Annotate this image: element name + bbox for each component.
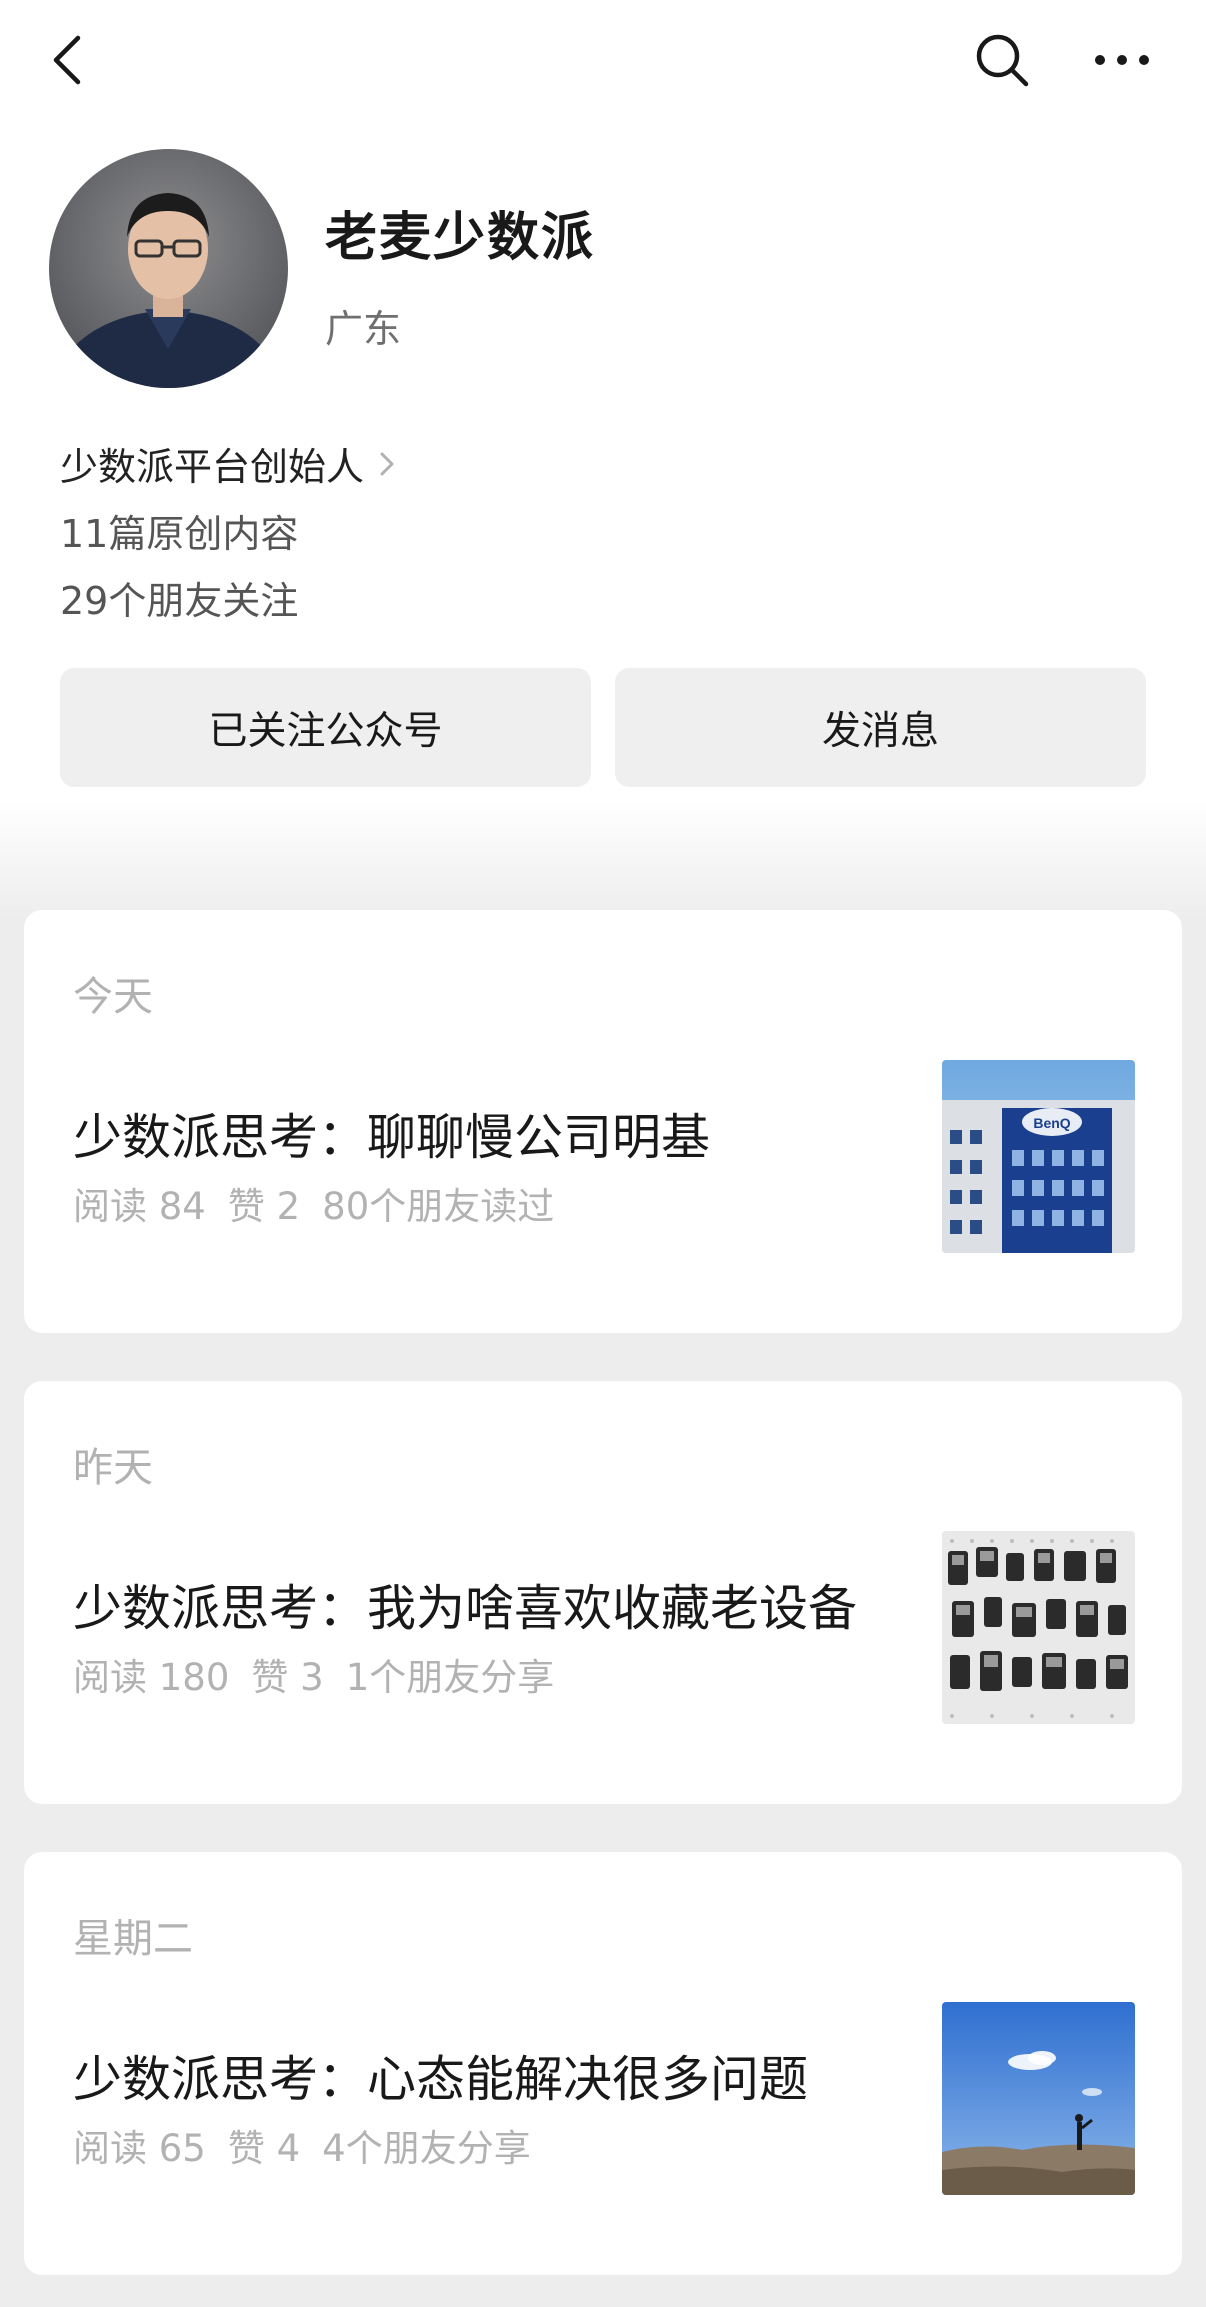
feed-date: 今天	[73, 974, 153, 1020]
friends-following-count: 29个朋友关注	[60, 579, 299, 623]
feed-card: 今天 少数派思考：聊聊慢公司明基 阅读 84 赞 2 80个朋友读过 BenQ	[24, 910, 1182, 1333]
feed-card: 昨天 少数派思考：我为啥喜欢收藏老设备 阅读 180 赞 3 1个朋友分享	[24, 1381, 1182, 1804]
like-count: 赞 4	[227, 2127, 301, 2170]
like-count: 赞 3	[251, 1656, 324, 1699]
more-icon	[1095, 55, 1149, 65]
article-thumbnail	[942, 2002, 1135, 2195]
like-count: 赞 2	[227, 1185, 301, 1228]
read-count: 阅读 84	[73, 1185, 206, 1228]
article-item[interactable]: 少数派思考：心态能解决很多问题 阅读 65 赞 4 4个朋友分享	[24, 2002, 1182, 2202]
article-item[interactable]: 少数派思考：聊聊慢公司明基 阅读 84 赞 2 80个朋友读过 BenQ	[24, 1060, 1182, 1260]
feed-date: 昨天	[73, 1445, 153, 1491]
article-meta: 阅读 84 赞 2 80个朋友读过	[73, 1176, 576, 1230]
account-name: 老麦少数派	[325, 208, 596, 268]
article-title: 少数派思考：我为啥喜欢收藏老设备	[73, 1580, 858, 1637]
account-intro: 少数派平台创始人	[60, 445, 365, 489]
friends-read: 80个朋友读过	[322, 1185, 555, 1228]
more-button[interactable]	[1084, 22, 1160, 98]
search-icon	[976, 34, 1029, 87]
send-message-button[interactable]: 发消息	[615, 668, 1146, 787]
account-region: 广东	[325, 307, 402, 351]
back-icon	[53, 35, 81, 85]
feed-date: 星期二	[73, 1916, 193, 1962]
followed-account-button[interactable]: 已关注公众号	[60, 668, 591, 787]
article-meta: 阅读 65 赞 4 4个朋友分享	[73, 2118, 553, 2172]
original-count: 11篇原创内容	[60, 512, 299, 556]
chevron-right-icon	[378, 449, 396, 479]
article-title: 少数派思考：心态能解决很多问题	[73, 2051, 809, 2108]
article-thumbnail: BenQ	[942, 1060, 1135, 1253]
back-button[interactable]	[30, 22, 106, 98]
friends-shared: 4个朋友分享	[322, 2127, 531, 2170]
read-count: 阅读 180	[73, 1656, 230, 1699]
account-intro-link[interactable]: 少数派平台创始人	[60, 436, 396, 491]
avatar[interactable]	[49, 149, 288, 388]
search-button[interactable]	[964, 22, 1040, 98]
article-meta: 阅读 180 赞 3 1个朋友分享	[73, 1647, 576, 1701]
article-thumbnail	[942, 1531, 1135, 1724]
thumbnail-logo-text: BenQ	[1033, 1115, 1070, 1131]
nav-bar	[0, 0, 1206, 120]
article-title: 少数派思考：聊聊慢公司明基	[73, 1109, 711, 1166]
article-item[interactable]: 少数派思考：我为啥喜欢收藏老设备 阅读 180 赞 3 1个朋友分享	[24, 1531, 1182, 1731]
friends-shared: 1个朋友分享	[345, 1656, 555, 1699]
read-count: 阅读 65	[73, 2127, 206, 2170]
feed-card: 星期二 少数派思考：心态能解决很多问题 阅读 65 赞 4 4个朋友分享	[24, 1852, 1182, 2275]
